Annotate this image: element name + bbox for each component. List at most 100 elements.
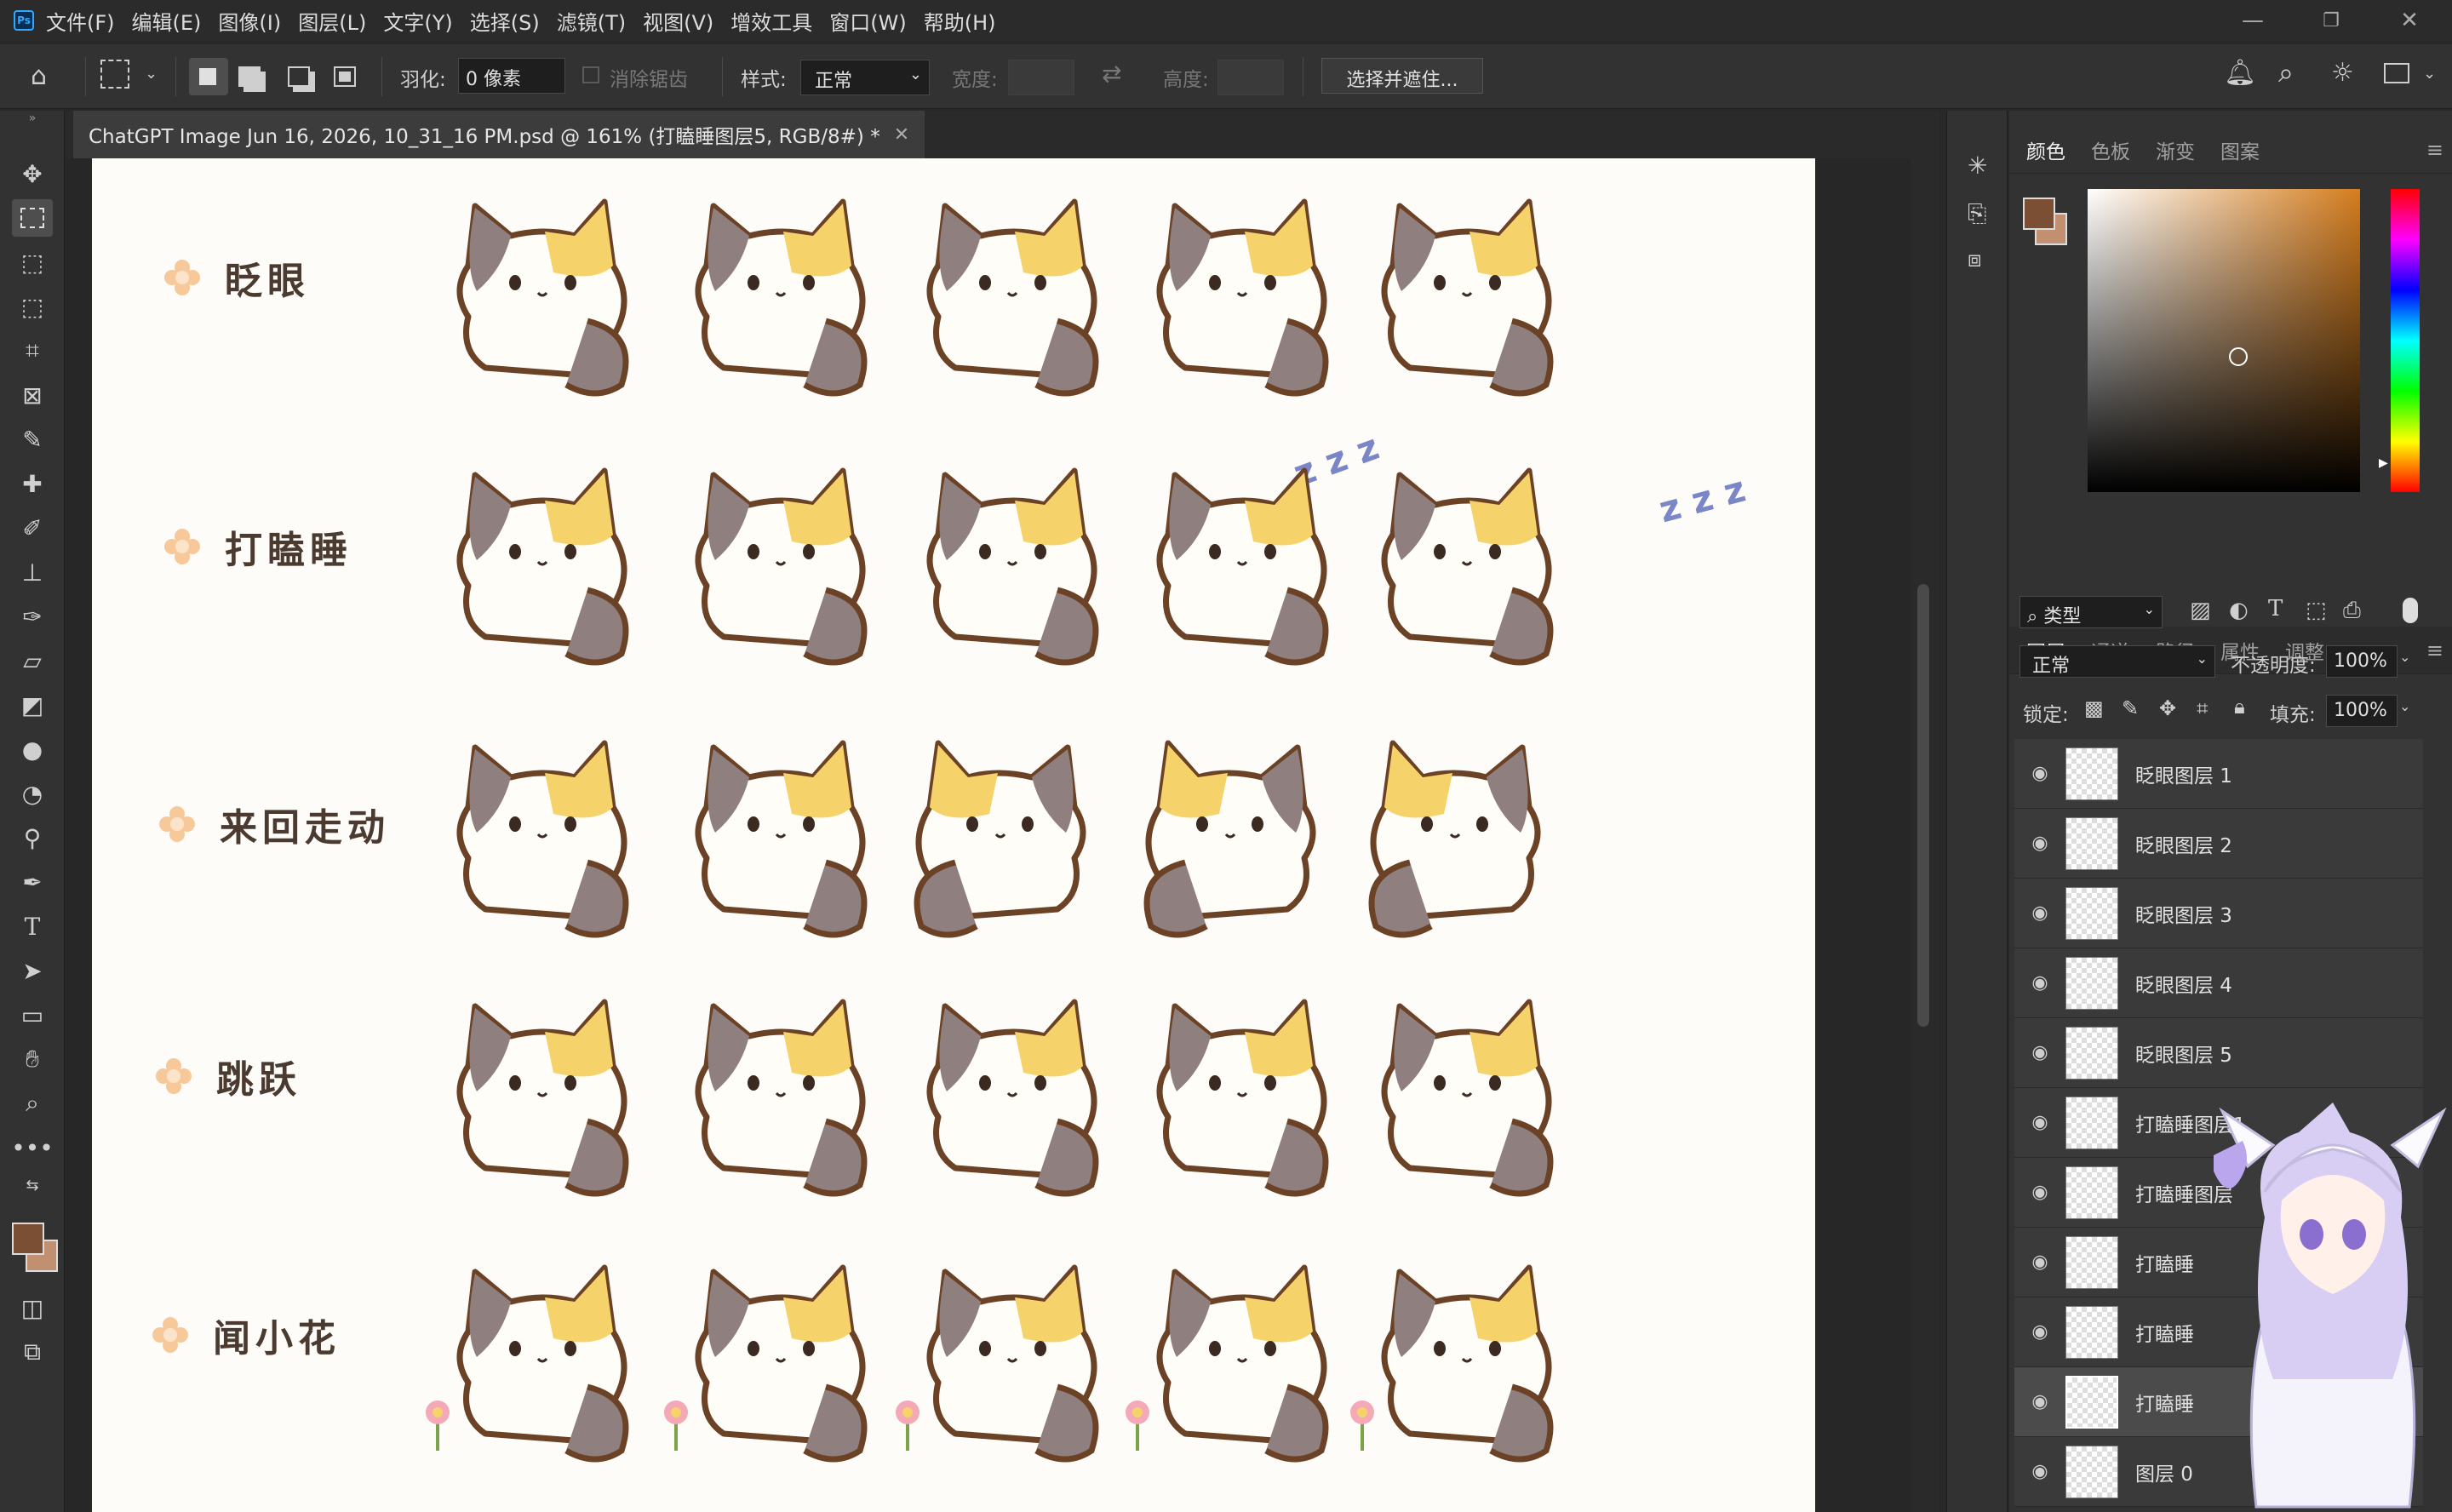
tab-patterns[interactable]: 图案 (2220, 135, 2260, 164)
eye-icon[interactable]: ◉ (2014, 972, 2065, 994)
healing-tool-icon[interactable]: ✚ (12, 465, 53, 502)
scroll-thumb[interactable] (1917, 584, 1929, 1027)
color-field[interactable] (2088, 189, 2360, 492)
blend-mode-select[interactable]: 正常 ⌄ (2019, 645, 2215, 678)
tab-gradients[interactable]: 渐变 (2156, 135, 2195, 164)
menu-image[interactable]: 图像(I) (218, 6, 281, 36)
history-icon[interactable]: ⎘ (1968, 199, 1986, 228)
height-input[interactable] (1217, 60, 1284, 95)
restore-button[interactable]: ❐ (2292, 0, 2370, 41)
document-canvas[interactable]: 眨眼 打瞌睡 来回走动 跳跃 闻小花 z z z z z z (92, 158, 1815, 1512)
object-select-tool-icon[interactable]: ⬚ (12, 243, 53, 281)
swap-icon[interactable]: ⇄ (1102, 60, 1121, 88)
home-icon[interactable]: ⌂ (31, 61, 47, 91)
filter-type-icon[interactable]: T (2268, 596, 2283, 621)
path-select-tool-icon[interactable]: ➤ (12, 952, 53, 989)
paint-bucket-tool-icon[interactable]: ◩ (12, 686, 53, 724)
layer-row[interactable]: ◉ 眨眼图层 1 (2014, 739, 2423, 809)
smudge-tool-icon[interactable]: ⚲ (12, 819, 53, 856)
more-tools-icon[interactable]: ••• (11, 1129, 54, 1166)
style-select[interactable]: 正常 ⌄ (800, 60, 930, 95)
panel-menu-icon[interactable]: ≡ (2426, 639, 2443, 662)
lock-artboard-icon[interactable]: ⌗ (2197, 696, 2209, 720)
pen-tool-icon[interactable]: ✒ (12, 863, 53, 901)
screen-mode-icon[interactable]: ⧉ (12, 1333, 53, 1371)
swap-colors-icon[interactable]: ⇆ (12, 1166, 53, 1204)
filter-shape-icon[interactable]: ⬚ (2306, 598, 2327, 623)
hue-slider[interactable] (2391, 189, 2420, 492)
eye-icon[interactable]: ◉ (2014, 1461, 2065, 1482)
vertical-scrollbar[interactable] (1911, 158, 1939, 1512)
lock-pixels-icon[interactable]: ✎ (2122, 696, 2139, 720)
chevron-down-icon[interactable]: ⌄ (145, 65, 158, 83)
quick-select-tool-icon[interactable]: ⬚ (12, 288, 53, 325)
hue-slider-handle[interactable]: ▶ (2379, 456, 2388, 470)
search-icon[interactable]: ⌕ (2278, 56, 2294, 89)
zoom-tool-icon[interactable]: ⌕ (12, 1085, 53, 1122)
feather-input[interactable]: 0 像素 (458, 58, 565, 94)
eye-icon[interactable]: ◉ (2014, 1182, 2065, 1203)
layer-row[interactable]: ◉ 眨眼图层 2 (2014, 809, 2423, 879)
chevron-down-icon[interactable]: ⌄ (2423, 65, 2436, 83)
filter-pixel-icon[interactable]: ▨ (2190, 598, 2211, 623)
intersect-selection-icon[interactable] (334, 66, 356, 87)
bell-icon[interactable]: 🔔︎ (2224, 58, 2256, 88)
chevron-down-icon[interactable]: ⌄ (2399, 698, 2410, 714)
menu-window[interactable]: 窗口(W) (829, 6, 906, 36)
panel-menu-icon[interactable]: ≡ (2426, 138, 2443, 162)
dodge-tool-icon[interactable]: ◔ (12, 775, 53, 812)
eye-icon[interactable]: ◉ (2014, 902, 2065, 924)
menu-filter[interactable]: 滤镜(T) (557, 6, 626, 36)
menu-plugins[interactable]: 增效工具 (730, 6, 812, 36)
eye-icon[interactable]: ◉ (2014, 1112, 2065, 1133)
add-selection-icon[interactable] (238, 66, 261, 87)
lock-all-icon[interactable]: 🔒︎ (2234, 695, 2245, 719)
minimize-button[interactable]: — (2214, 0, 2292, 41)
eye-icon[interactable]: ◉ (2014, 1251, 2065, 1273)
menu-view[interactable]: 视图(V) (643, 6, 713, 36)
hand-tool-icon[interactable]: ✋︎ (12, 1040, 53, 1078)
stamp-tool-icon[interactable]: ⊥ (12, 553, 53, 591)
filter-smartobject-icon[interactable]: ⎙ (2343, 598, 2361, 624)
layer-filter-select[interactable]: ⌕ 类型 ⌄ (2019, 596, 2163, 628)
eye-icon[interactable]: ◉ (2014, 833, 2065, 854)
antialias-checkbox[interactable] (582, 66, 599, 83)
lock-transparent-icon[interactable]: ▩ (2084, 696, 2104, 720)
menu-edit[interactable]: 编辑(E) (132, 6, 202, 36)
eyedropper-tool-icon[interactable]: ✎ (12, 421, 53, 458)
color-picker-handle[interactable] (2229, 347, 2248, 366)
layer-row[interactable]: ◉ 眨眼图层 3 (2014, 879, 2423, 948)
filter-toggle[interactable] (2403, 598, 2418, 623)
panel-foreground-swatch[interactable] (2023, 198, 2055, 230)
rectangle-tool-icon[interactable]: ▭ (12, 996, 53, 1034)
eraser-tool-icon[interactable]: ▱ (12, 642, 53, 679)
collapse-icon[interactable]: » (12, 111, 53, 126)
eye-icon[interactable]: ◉ (2014, 1042, 2065, 1063)
new-selection-icon[interactable] (189, 58, 228, 95)
crop-tool-icon[interactable]: ⌗ (12, 332, 53, 369)
sparkle-icon[interactable]: ✳ (1968, 152, 1987, 180)
fill-input[interactable]: 100% (2326, 695, 2398, 727)
move-tool-icon[interactable]: ✥ (12, 155, 53, 192)
width-input[interactable] (1008, 60, 1074, 95)
menu-type[interactable]: 文字(Y) (383, 6, 452, 36)
close-icon[interactable]: ✕ (894, 124, 909, 146)
eye-icon[interactable]: ◉ (2014, 763, 2065, 784)
layer-row[interactable]: ◉ 眨眼图层 5 (2014, 1018, 2423, 1088)
tab-swatches[interactable]: 色板 (2091, 135, 2130, 164)
menu-help[interactable]: 帮助(H) (924, 6, 996, 36)
quick-mask-icon[interactable]: ◫ (12, 1289, 53, 1326)
tab-color[interactable]: 颜色 (2026, 135, 2065, 164)
menu-file[interactable]: 文件(F) (46, 6, 115, 36)
frame-tool-icon[interactable]: ⊠ (12, 376, 53, 414)
type-tool-icon[interactable]: T (12, 908, 53, 945)
opacity-input[interactable]: 100% (2326, 645, 2398, 678)
chevron-down-icon[interactable]: ⌄ (2399, 649, 2410, 665)
history-brush-tool-icon[interactable]: ✑ (12, 598, 53, 635)
filter-adjustment-icon[interactable]: ◐ (2229, 598, 2249, 623)
eye-icon[interactable]: ◉ (2014, 1391, 2065, 1412)
subtract-selection-icon[interactable] (288, 66, 310, 87)
select-and-mask-button[interactable]: 选择并遮住... (1321, 58, 1483, 94)
lightbulb-icon[interactable]: ☼ (2331, 58, 2354, 88)
menu-layer[interactable]: 图层(L) (298, 6, 366, 36)
